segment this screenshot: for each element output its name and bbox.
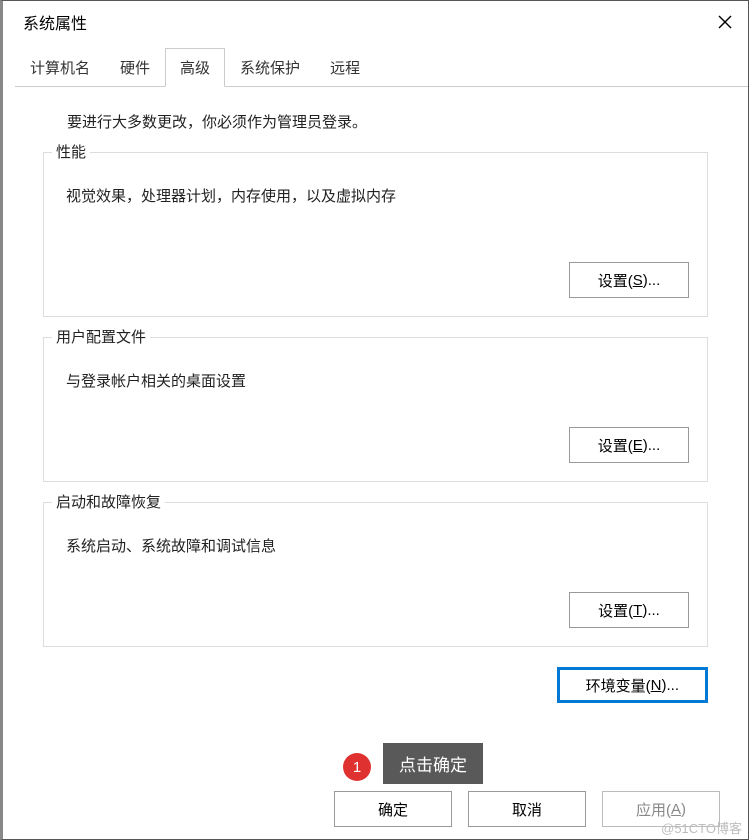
group-performance-legend: 性能 bbox=[52, 141, 90, 162]
window-title: 系统属性 bbox=[23, 10, 87, 34]
group-startup-recovery: 启动和故障恢复 系统启动、系统故障和调试信息 设置(T)... bbox=[43, 502, 708, 647]
tab-system-protection[interactable]: 系统保护 bbox=[225, 48, 315, 87]
admin-notice: 要进行大多数更改，你必须作为管理员登录。 bbox=[43, 111, 708, 132]
close-icon bbox=[718, 15, 732, 29]
ok-button[interactable]: 确定 bbox=[334, 791, 452, 827]
annotation-tooltip: 点击确定 bbox=[383, 743, 483, 784]
performance-settings-button[interactable]: 设置(S)... bbox=[569, 262, 689, 298]
group-performance: 性能 视觉效果，处理器计划，内存使用，以及虚拟内存 设置(S)... bbox=[43, 152, 708, 317]
group-user-profiles-desc: 与登录帐户相关的桌面设置 bbox=[66, 370, 689, 391]
environment-variables-button[interactable]: 环境变量(N)... bbox=[557, 667, 708, 703]
user-profiles-settings-button[interactable]: 设置(E)... bbox=[569, 427, 689, 463]
tab-computer-name[interactable]: 计算机名 bbox=[15, 48, 105, 87]
group-performance-desc: 视觉效果，处理器计划，内存使用，以及虚拟内存 bbox=[66, 185, 689, 206]
group-startup-recovery-legend: 启动和故障恢复 bbox=[52, 491, 165, 512]
group-startup-recovery-desc: 系统启动、系统故障和调试信息 bbox=[66, 535, 689, 556]
group-user-profiles: 用户配置文件 与登录帐户相关的桌面设置 设置(E)... bbox=[43, 337, 708, 482]
tab-content-advanced: 要进行大多数更改，你必须作为管理员登录。 性能 视觉效果，处理器计划，内存使用，… bbox=[3, 87, 748, 723]
group-user-profiles-legend: 用户配置文件 bbox=[52, 326, 150, 347]
tab-remote[interactable]: 远程 bbox=[315, 48, 375, 87]
watermark: @51CTO博客 bbox=[661, 818, 742, 837]
tab-advanced[interactable]: 高级 bbox=[165, 48, 225, 87]
tab-hardware[interactable]: 硬件 bbox=[105, 48, 165, 87]
startup-recovery-settings-button[interactable]: 设置(T)... bbox=[569, 592, 689, 628]
annotation-step-badge: 1 bbox=[343, 753, 371, 781]
titlebar: 系统属性 bbox=[3, 1, 748, 43]
system-properties-window: 系统属性 计算机名 硬件 高级 系统保护 远程 要进行大多数更改，你必须作为管理… bbox=[0, 0, 749, 840]
tab-strip: 计算机名 硬件 高级 系统保护 远程 bbox=[15, 47, 748, 87]
close-button[interactable] bbox=[702, 1, 748, 43]
cancel-button[interactable]: 取消 bbox=[468, 791, 586, 827]
